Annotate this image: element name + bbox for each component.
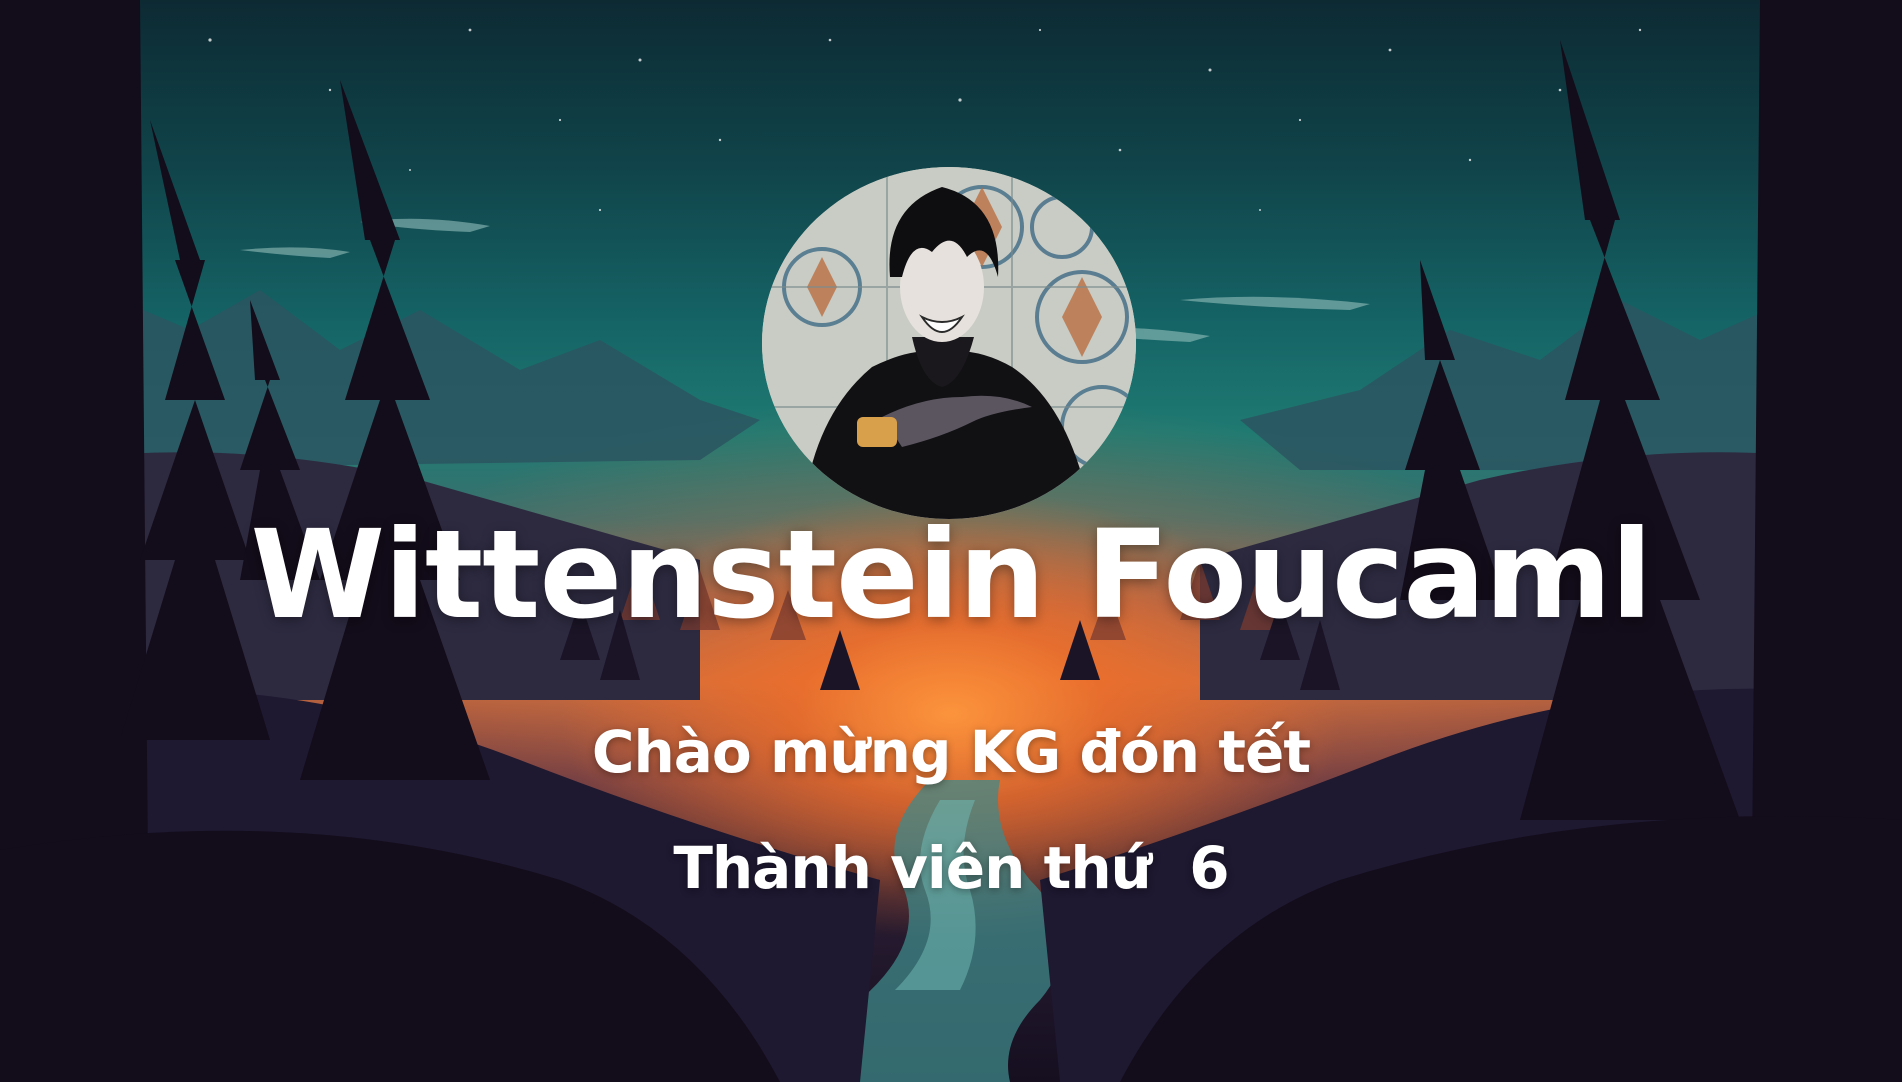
display-name: Wittenstein Foucaml [250, 504, 1652, 646]
member-number-text: Thành viên thứ 6 [673, 834, 1229, 902]
avatar [762, 167, 1136, 519]
greeting-text: Chào mừng KG đón tết [591, 718, 1311, 786]
avatar-portrait-icon [762, 167, 1136, 519]
welcome-card: Wittenstein Foucaml Chào mừng KG đón tết… [0, 0, 1902, 1082]
